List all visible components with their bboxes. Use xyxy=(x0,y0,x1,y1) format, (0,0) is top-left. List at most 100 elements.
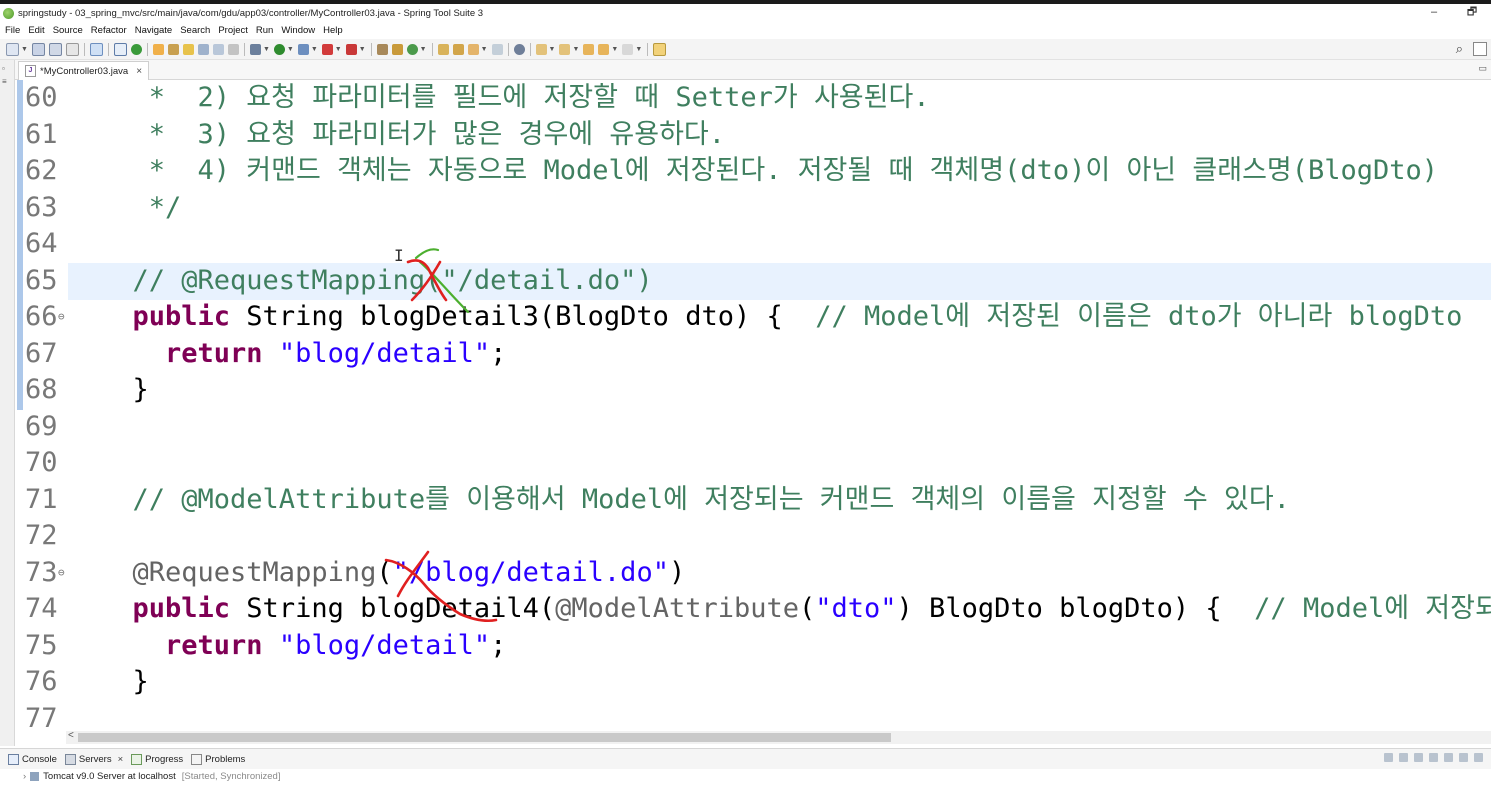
code-line[interactable]: 72 xyxy=(15,518,1491,555)
menu-navigate[interactable]: Navigate xyxy=(135,25,173,36)
open-folder-icon[interactable] xyxy=(437,43,449,55)
back-icon[interactable] xyxy=(598,43,610,55)
publish-icon[interactable] xyxy=(1459,753,1468,762)
code-line[interactable]: 60 * 2) 요청 파라미터를 필드에 저장할 때 Setter가 사용된다. xyxy=(15,80,1491,117)
new-class-dropdown-icon[interactable]: ▼ xyxy=(420,46,427,53)
save-icon[interactable] xyxy=(31,42,45,56)
code-line[interactable]: 71 // @ModelAttribute를 이용해서 Model에 저장되는 … xyxy=(15,482,1491,519)
external-tools-icon[interactable] xyxy=(345,43,357,55)
search-tool-dropdown-icon[interactable]: ▼ xyxy=(481,46,488,53)
run-dropdown-icon[interactable]: ▼ xyxy=(287,46,294,53)
package-explorer-icon[interactable]: ≡ xyxy=(2,77,12,86)
save-all-icon[interactable] xyxy=(48,42,62,56)
collapse-icon[interactable] xyxy=(1384,753,1393,762)
coverage-dropdown-icon[interactable]: ▼ xyxy=(311,46,318,53)
expand-chevron-icon[interactable]: › xyxy=(23,771,26,782)
run-icon[interactable] xyxy=(273,43,285,55)
close-servers-tab-icon[interactable]: × xyxy=(118,754,124,765)
code-line[interactable]: 68 } xyxy=(15,372,1491,409)
open-task-icon[interactable] xyxy=(452,43,464,55)
globe-icon[interactable] xyxy=(513,43,525,55)
code-editor[interactable]: 60 * 2) 요청 파라미터를 필드에 저장할 때 Setter가 사용된다.… xyxy=(15,80,1491,730)
search-tool-icon[interactable] xyxy=(467,43,479,55)
previous-annotation-dropdown-icon[interactable]: ▼ xyxy=(572,46,579,53)
code-line[interactable]: 70 xyxy=(15,445,1491,482)
scrollbar-thumb[interactable] xyxy=(78,733,891,742)
open-type-icon[interactable] xyxy=(152,43,164,55)
tab-progress[interactable]: Progress xyxy=(131,753,183,765)
fold-toggle-icon[interactable]: ⊖ xyxy=(58,299,65,336)
menu-run[interactable]: Run xyxy=(256,25,273,36)
code-line[interactable]: 76 } xyxy=(15,664,1491,701)
highlight-icon[interactable] xyxy=(182,43,194,55)
menu-edit[interactable]: Edit xyxy=(28,25,44,36)
restore-view-icon[interactable]: ▫ xyxy=(2,64,12,73)
print-icon[interactable] xyxy=(65,42,79,56)
view-menu-icon[interactable] xyxy=(1474,753,1483,762)
code-line[interactable]: 61 * 3) 요청 파라미터가 많은 경우에 유용하다. xyxy=(15,117,1491,154)
tab-console[interactable]: Console xyxy=(8,753,57,765)
code-line[interactable]: 77 xyxy=(15,701,1491,731)
scroll-left-arrow-icon[interactable]: < xyxy=(68,730,74,741)
server-row[interactable]: › Tomcat v9.0 Server at localhost [Start… xyxy=(0,769,1491,783)
toggle-icon[interactable] xyxy=(197,43,209,55)
debug-server-icon[interactable] xyxy=(1399,753,1408,762)
search-icon[interactable]: ⌕ xyxy=(1456,41,1463,57)
annotation-icon[interactable] xyxy=(491,43,503,55)
next-annotation-icon[interactable] xyxy=(535,43,547,55)
profile-server-icon[interactable] xyxy=(1429,753,1438,762)
coverage-icon[interactable] xyxy=(297,43,309,55)
code-line[interactable]: 62 * 4) 커맨드 객체는 자동으로 Model에 저장된다. 저장될 때 … xyxy=(15,153,1491,190)
start-server-icon[interactable] xyxy=(1414,753,1423,762)
fold-toggle-icon[interactable]: ⊖ xyxy=(58,555,65,592)
tab-mycontroller03[interactable]: J *MyController03.java × xyxy=(18,61,150,80)
code-line[interactable]: 75 return "blog/detail"; xyxy=(15,628,1491,665)
menu-refactor[interactable]: Refactor xyxy=(91,25,127,36)
menu-source[interactable]: Source xyxy=(53,25,83,36)
forward-icon[interactable] xyxy=(622,43,634,55)
new-package-icon[interactable] xyxy=(391,43,403,55)
block-icon[interactable] xyxy=(212,43,224,55)
horizontal-scrollbar[interactable]: < xyxy=(66,730,1491,744)
debug-dropdown-icon[interactable]: ▼ xyxy=(263,46,270,53)
code-line[interactable]: 67 return "blog/detail"; xyxy=(15,336,1491,373)
new-icon[interactable] xyxy=(6,42,19,56)
tab-servers[interactable]: Servers × xyxy=(64,753,124,765)
select-icon[interactable] xyxy=(89,42,103,56)
new-dropdown-icon[interactable]: ▼ xyxy=(21,46,28,53)
tab-problems[interactable]: Problems xyxy=(191,753,245,765)
code-line[interactable]: 66 ⊖ public String blogDetail3(BlogDto dt… xyxy=(15,299,1491,336)
stop-server-icon[interactable] xyxy=(1444,753,1453,762)
whitespace-icon[interactable] xyxy=(227,43,239,55)
close-tab-icon[interactable]: × xyxy=(136,66,142,77)
spring-boot-icon[interactable] xyxy=(130,43,142,55)
menu-project[interactable]: Project xyxy=(218,25,248,36)
menu-file[interactable]: File xyxy=(5,25,20,36)
new-java-project-icon[interactable] xyxy=(376,43,388,55)
menu-search[interactable]: Search xyxy=(180,25,210,36)
console-icon[interactable] xyxy=(113,42,127,56)
stop-dropdown-icon[interactable]: ▼ xyxy=(335,46,342,53)
external-tools-dropdown-icon[interactable]: ▼ xyxy=(359,46,366,53)
code-line[interactable]: 64 xyxy=(15,226,1491,263)
minimize-button[interactable]: ‒ xyxy=(1415,4,1453,22)
code-line[interactable]: 69 xyxy=(15,409,1491,446)
previous-annotation-icon[interactable] xyxy=(559,43,571,55)
new-class-icon[interactable] xyxy=(406,43,418,55)
next-annotation-dropdown-icon[interactable]: ▼ xyxy=(549,46,556,53)
menu-window[interactable]: Window xyxy=(281,25,315,36)
open-perspective-icon[interactable] xyxy=(1473,42,1487,56)
back-dropdown-icon[interactable]: ▼ xyxy=(611,46,618,53)
forward-dropdown-icon[interactable]: ▼ xyxy=(635,46,642,53)
debug-icon[interactable] xyxy=(249,43,261,55)
minimize-editor-icon[interactable]: ▭ xyxy=(1478,63,1487,74)
pin-icon[interactable] xyxy=(167,43,179,55)
code-line[interactable]: 63 */ xyxy=(15,190,1491,227)
code-line[interactable]: 65 // @RequestMapping("/detail.do") xyxy=(15,263,1491,300)
restore-button[interactable]: 🗗 xyxy=(1453,4,1491,22)
pin-editor-icon[interactable] xyxy=(653,42,667,56)
code-line[interactable]: 74 public String blogDetail4(@ModelAttri… xyxy=(15,591,1491,628)
menu-help[interactable]: Help xyxy=(323,25,343,36)
last-edit-icon[interactable] xyxy=(583,43,595,55)
stop-icon[interactable] xyxy=(321,43,333,55)
